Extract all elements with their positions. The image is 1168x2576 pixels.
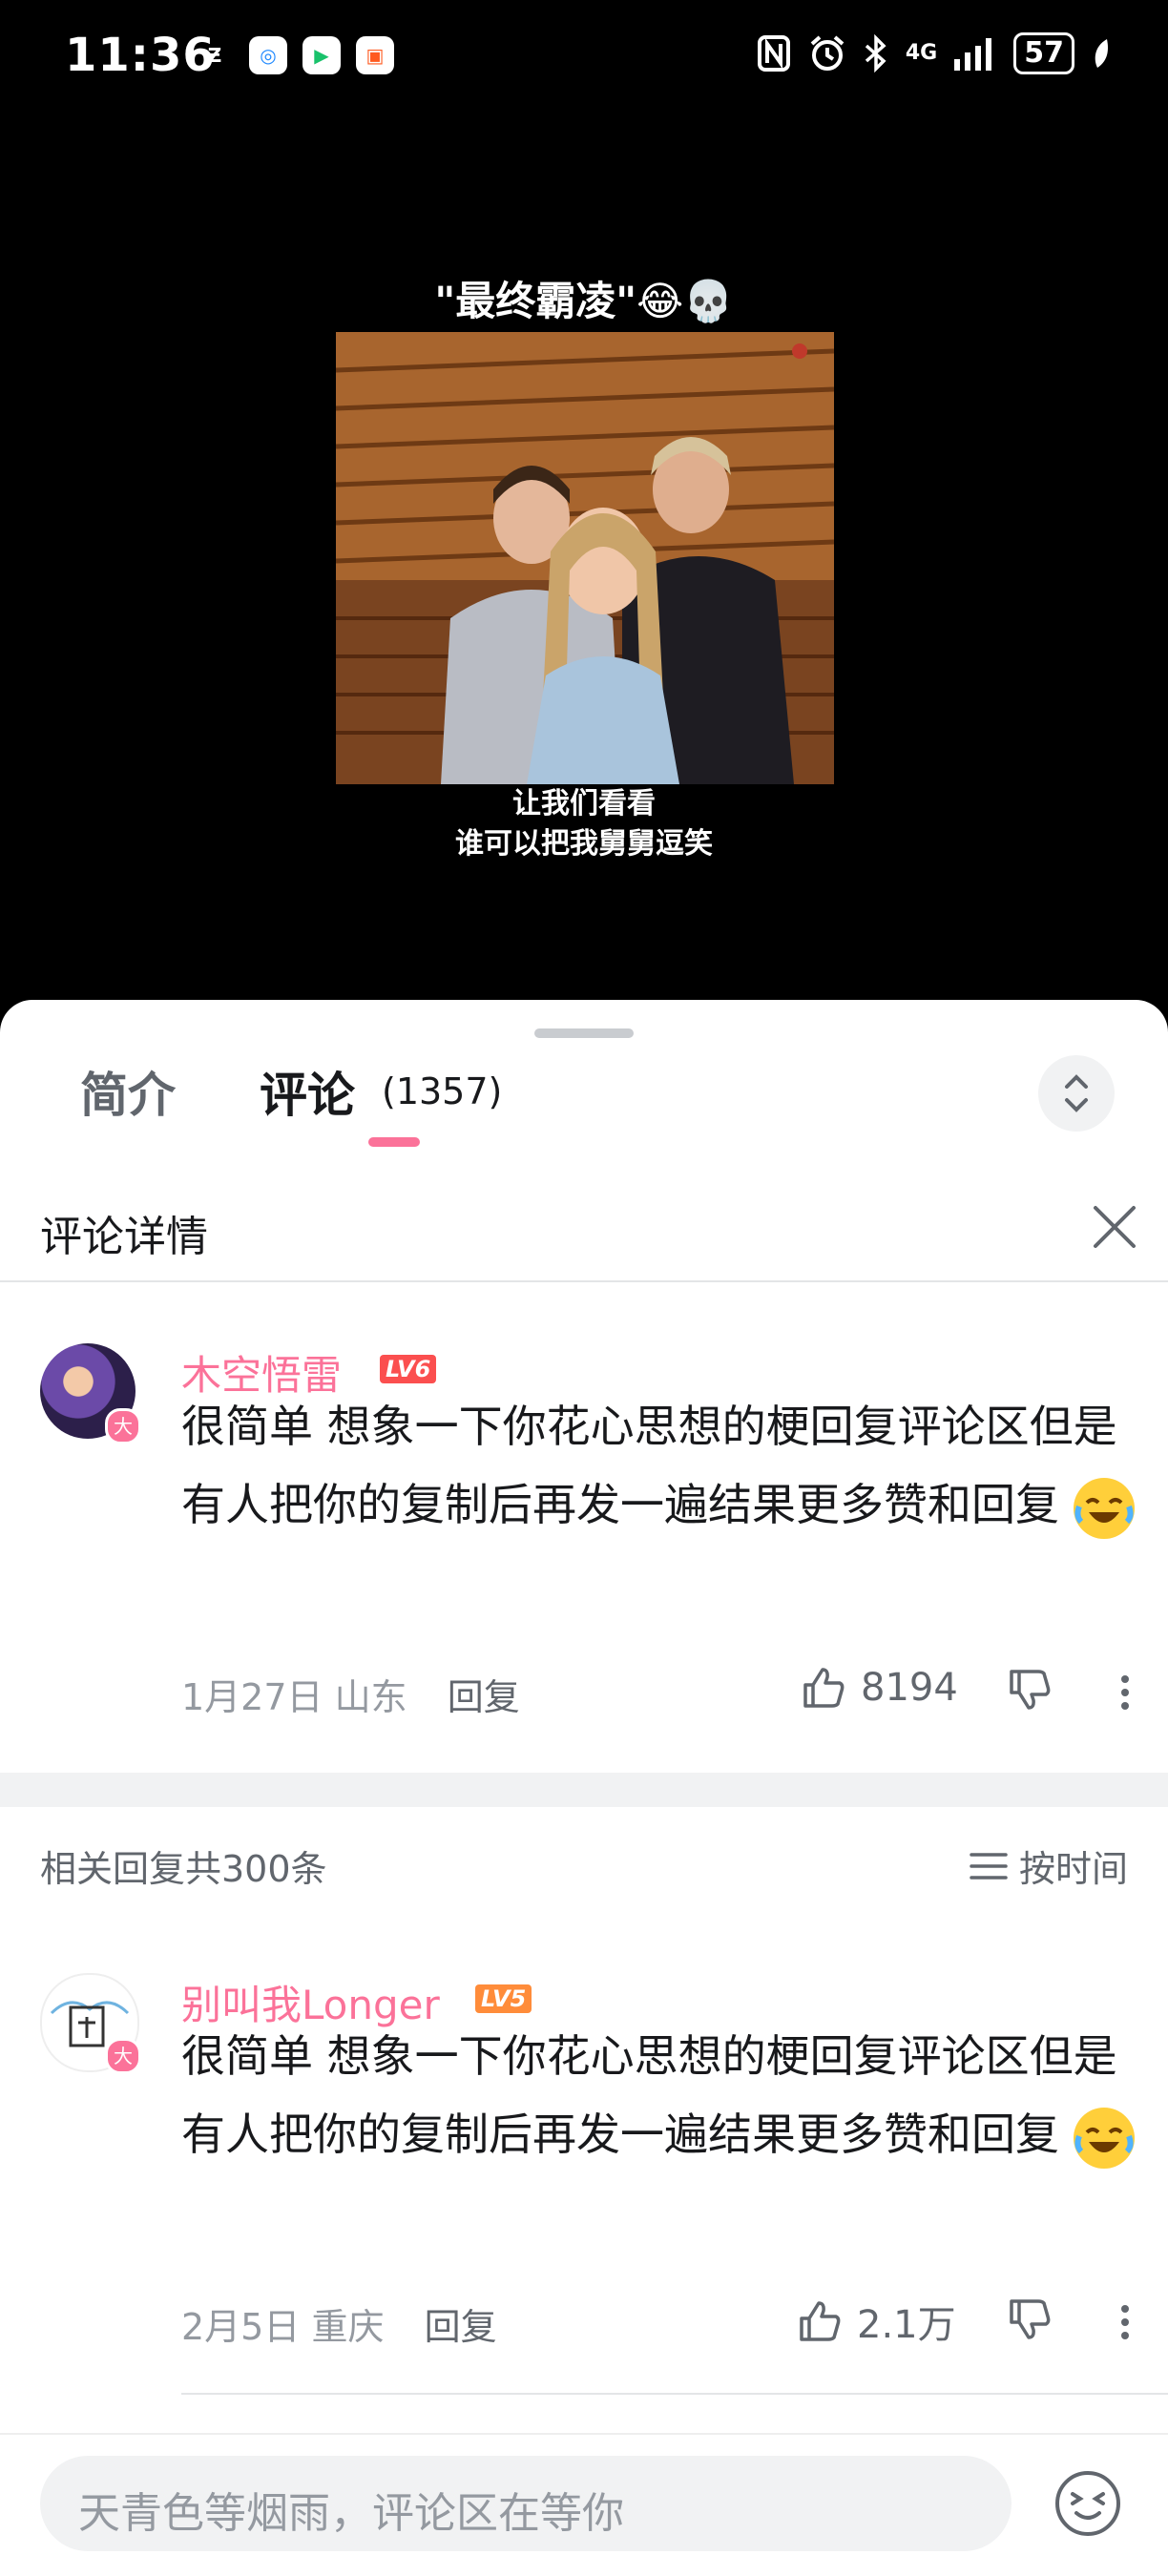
level-badge: LV6 [380,1355,437,1383]
video-subtitles: 让我们看看 谁可以把我舅舅逗笑 [0,784,1168,864]
reply-divider [181,2393,1168,2395]
level-badge: LV5 [475,1984,532,2013]
charging-leaf-icon [1095,39,1108,68]
comment-body: 很简单 想象一下你花心思想的梗回复评论区但是有人把你的复制后再发一遍结果更多赞和… [181,1401,1117,1530]
comment-location: 重庆 [311,2306,385,2348]
comments-count: (1357) [382,1070,503,1112]
system-icons: 4G 57 [757,32,1111,74]
comment-date: 1月27日 [181,1676,323,1718]
sort-by-time-button[interactable]: 按时间 [970,1839,1128,1892]
comment-text: 很简单 想象一下你花心思想的梗回复评论区但是有人把你的复制后再发一遍结果更多赞和… [181,2017,1136,2173]
emoji-button-icon[interactable] [1053,2469,1122,2538]
like-button[interactable]: 2.1万 [796,2294,956,2349]
drag-handle[interactable] [534,1028,634,1038]
comment-input-bar: 天青色等烟雨，评论区在等你 [0,2433,1168,2576]
app-notification-icon: ◎ [249,36,287,74]
more-options-icon[interactable] [1120,1670,1130,1715]
app-notification-icon: ▣ [356,36,394,74]
network-type: 4G [905,41,938,65]
tab-intro[interactable]: 简介 [80,1057,176,1126]
avatar-badge: 大 [105,2038,141,2074]
reply-button[interactable]: 回复 [448,1676,520,1718]
laughing-crying-emoji-icon [1073,1477,1135,1539]
list-icon [970,1852,1008,1880]
thumbs-up-icon [800,2301,841,2341]
subtitle-line: 谁可以把我舅舅逗笑 [455,827,713,861]
related-replies-count: 相关回复共300条 [40,1848,327,1890]
comment-location: 山东 [334,1676,407,1718]
signal-icon [954,38,992,71]
like-button[interactable]: 8194 [800,1664,958,1712]
laughing-crying-emoji-icon [1073,2107,1135,2169]
notification-icons: Ƶ ◎ ▶ ▣ [196,36,394,74]
comment-sheet: 简介 评论 (1357) 评论详情 大 木空悟雷 LV6 很简单 想象一下你花心… [0,1000,1168,2576]
comment-input[interactable]: 天青色等烟雨，评论区在等你 [40,2456,1012,2551]
thumbs-down-icon[interactable] [1006,1666,1053,1714]
video-scene-image [336,332,834,784]
comment-text: 很简单 想象一下你花心思想的梗回复评论区但是有人把你的复制后再发一遍结果更多赞和… [181,1387,1136,1544]
comment-input-placeholder: 天青色等烟雨，评论区在等你 [78,2489,624,2538]
comment-meta: 2月5日 重庆 回复 [181,2297,497,2350]
close-icon[interactable] [1086,1198,1143,1256]
nfc-icon [757,35,790,72]
like-count: 2.1万 [857,2303,956,2347]
battery-level: 57 [1013,32,1074,74]
app-notification-icon: Ƶ [207,44,222,67]
comment-date: 2月5日 [181,2306,301,2348]
expand-collapse-button[interactable] [1038,1055,1115,1132]
alarm-icon [810,35,845,71]
tab-comments[interactable]: 评论 [260,1057,355,1126]
reply-button[interactable]: 回复 [425,2306,497,2348]
more-options-icon[interactable] [1120,2299,1130,2345]
thumbs-up-icon [803,1668,845,1708]
like-count: 8194 [861,1666,958,1710]
status-time: 11:36 [65,29,216,82]
active-tab-indicator [368,1137,420,1147]
comment-detail-header: 评论详情 [0,1175,1168,1282]
video-player[interactable]: "最终霸凌"😂💀 让我们看看 谁可以把我舅舅逗笑 [0,114,1168,1002]
avatar-badge: 大 [105,1408,141,1444]
section-divider [0,1773,1168,1807]
status-bar: 11:36 Ƶ ◎ ▶ ▣ 4G 57 [0,0,1168,114]
comment-detail-title: 评论详情 [40,1213,208,1261]
thumbs-down-icon[interactable] [1006,2296,1053,2343]
play-notification-icon: ▶ [302,36,341,74]
chevron-up-down-icon [1065,1074,1088,1112]
subtitle-line: 让我们看看 [512,787,656,821]
video-overlay-title: "最终霸凌"😂💀 [434,278,734,324]
video-frame[interactable] [336,332,834,784]
comment-meta: 1月27日 山东 回复 [181,1668,520,1720]
sort-label: 按时间 [1018,1848,1128,1890]
bluetooth-icon [865,34,886,73]
comment-body: 很简单 想象一下你花心思想的梗回复评论区但是有人把你的复制后再发一遍结果更多赞和… [181,2030,1117,2160]
